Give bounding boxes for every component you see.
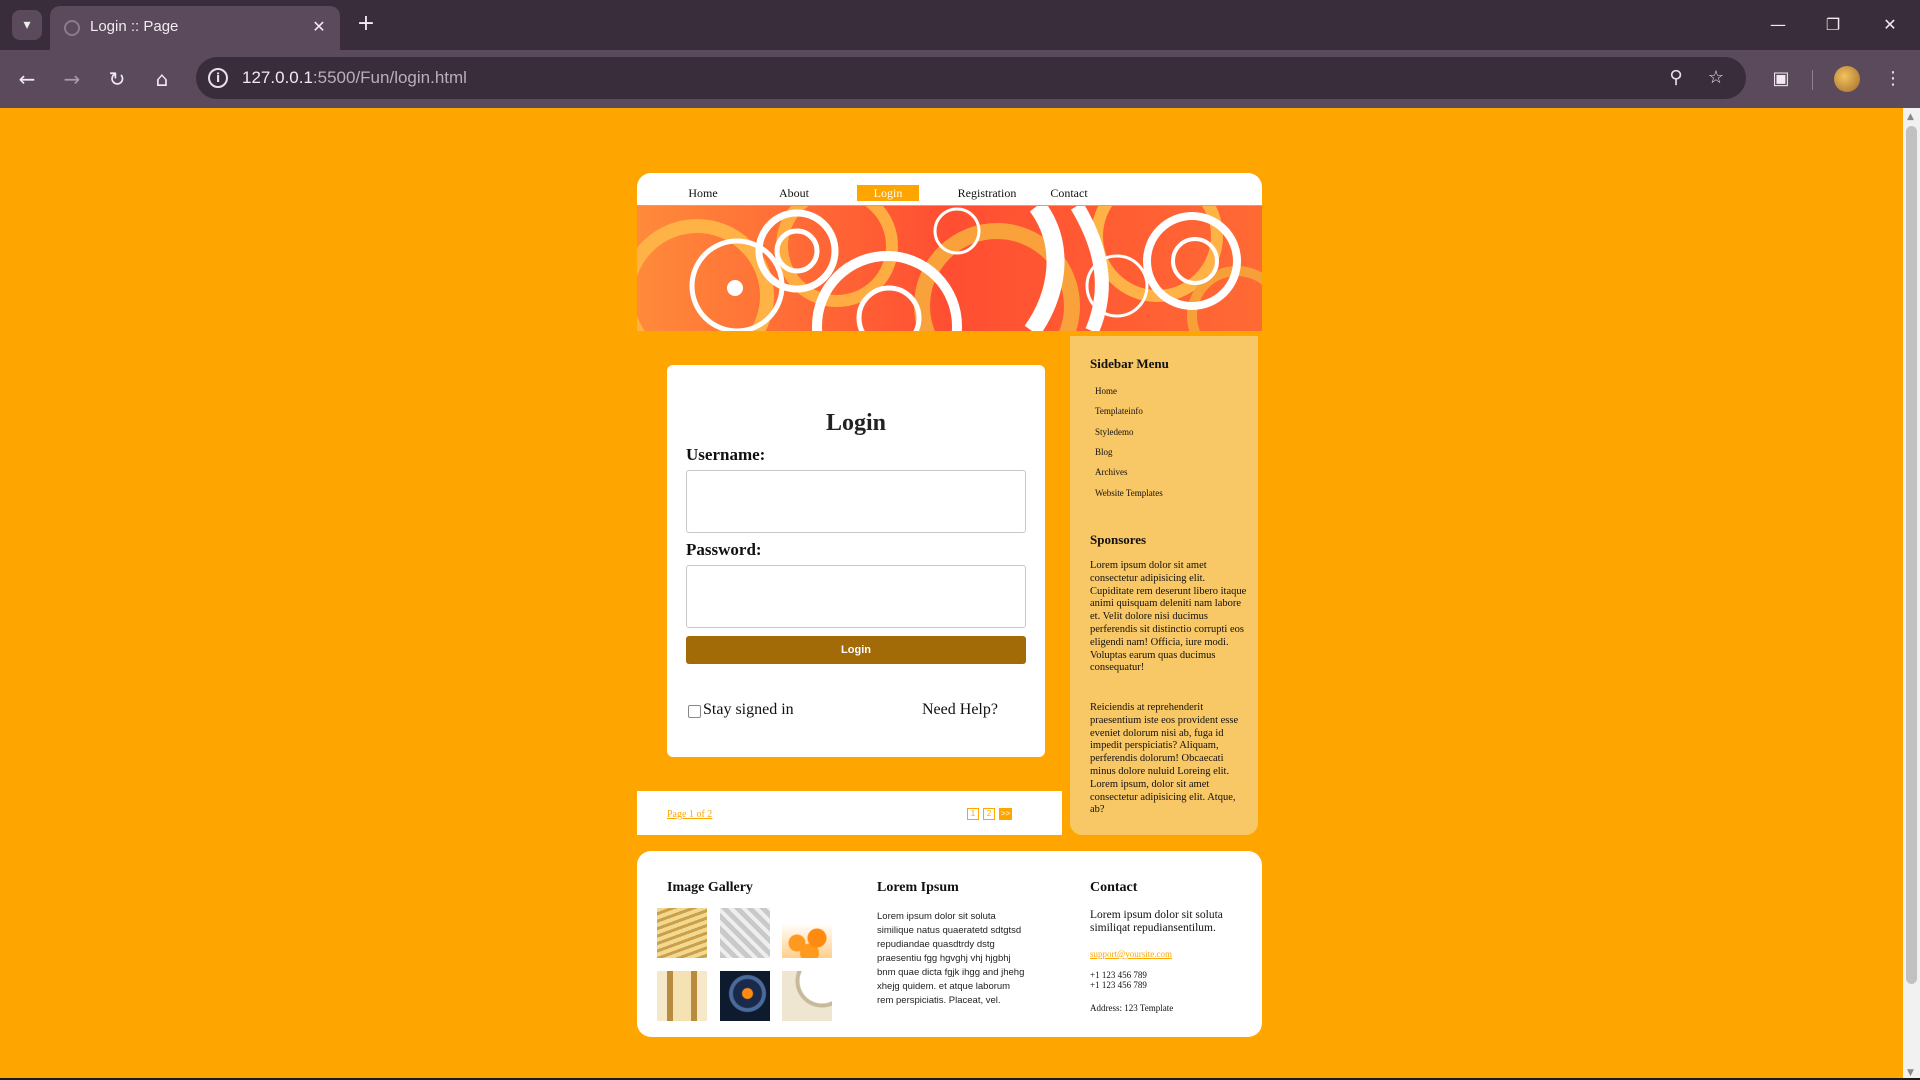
sponsors-paragraph-1: Lorem ipsum dolor sit amet consectetur a…	[1090, 560, 1247, 674]
lorem-ipsum-title: Lorem Ipsum	[877, 880, 959, 895]
zoom-icon[interactable]: ⚲	[1664, 66, 1688, 90]
restore-button[interactable]: ❐	[1813, 10, 1853, 40]
scroll-down-arrow-icon[interactable]: ▼	[1907, 1068, 1914, 1078]
gallery-thumb-1[interactable]	[657, 908, 707, 958]
active-tab[interactable]: Login :: Page ✕	[50, 6, 340, 50]
url-host: 127.0.0.1	[242, 68, 313, 87]
home-icon[interactable]: ⌂	[147, 64, 177, 94]
profile-avatar[interactable]	[1834, 66, 1860, 92]
nav-home[interactable]: Home	[683, 185, 723, 201]
gallery-thumb-6[interactable]	[782, 971, 832, 1021]
page-scrollbar[interactable]: ▲ ▼	[1903, 108, 1920, 1080]
scroll-up-arrow-icon[interactable]: ▲	[1907, 112, 1914, 122]
image-gallery-title: Image Gallery	[667, 880, 753, 895]
extensions-icon[interactable]: ▣	[1766, 64, 1796, 94]
contact-phone-2: +1 123 456 789	[1090, 980, 1147, 990]
contact-email-link[interactable]: support@yoursite.com	[1090, 949, 1172, 959]
page-2-button[interactable]: 2	[983, 808, 995, 820]
menu-kebab-icon[interactable]: ⋮	[1878, 64, 1908, 94]
tab-search-button[interactable]: ▾	[12, 10, 42, 40]
sidebar-item-templateinfo[interactable]: Templateinfo	[1095, 406, 1143, 416]
gallery-thumb-4[interactable]	[657, 971, 707, 1021]
next-page-button[interactable]: >>	[999, 808, 1013, 820]
password-input[interactable]	[686, 565, 1026, 628]
stay-signed-in-checkbox[interactable]	[688, 705, 701, 718]
stay-signed-in-label[interactable]: Stay signed in	[703, 701, 794, 719]
toolbar-separator	[1812, 70, 1813, 90]
tab-bar: ▾ Login :: Page ✕ + — ❐ ✕	[0, 0, 1920, 50]
contact-address: Address: 123 Template	[1090, 1003, 1174, 1013]
browser-toolbar: ← → ↻ ⌂ i 127.0.0.1:5500/Fun/login.html …	[0, 50, 1920, 108]
browser-chrome: ▾ Login :: Page ✕ + — ❐ ✕ ← → ↻ ⌂ i 127.…	[0, 0, 1920, 108]
nav-about[interactable]: About	[774, 185, 814, 201]
sidebar-item-styledemo[interactable]: Styledemo	[1095, 427, 1134, 437]
login-button[interactable]: Login	[686, 636, 1026, 664]
nav-contact[interactable]: Contact	[1046, 185, 1092, 201]
site-info-icon[interactable]: i	[208, 68, 228, 88]
scroll-thumb[interactable]	[1906, 126, 1917, 984]
sidebar-menu-title: Sidebar Menu	[1090, 356, 1169, 371]
sidebar-item-archives[interactable]: Archives	[1095, 467, 1128, 477]
contact-text: Lorem ipsum dolor sit soluta similiqat r…	[1090, 909, 1223, 934]
bookmark-star-icon[interactable]: ☆	[1704, 66, 1728, 90]
sidebar-item-blog[interactable]: Blog	[1095, 447, 1113, 457]
globe-icon	[64, 20, 80, 36]
back-icon[interactable]: ←	[12, 64, 42, 94]
password-label: Password:	[686, 540, 762, 559]
tab-close-icon[interactable]: ✕	[308, 16, 330, 38]
gallery-thumb-3[interactable]	[782, 908, 832, 958]
forward-icon[interactable]: →	[57, 64, 87, 94]
sponsors-title: Sponsores	[1090, 532, 1147, 547]
tab-title: Login :: Page	[90, 18, 179, 35]
url-text: 127.0.0.1:5500/Fun/login.html	[242, 68, 467, 88]
top-navigation: Home About Login Registration Contact	[637, 173, 1262, 205]
reload-icon[interactable]: ↻	[102, 64, 132, 94]
gallery-thumb-5[interactable]	[720, 971, 770, 1021]
sidebar-item-website-templates[interactable]: Website Templates	[1095, 488, 1163, 498]
pagination-bar: Page 1 of 2 1 2 >>	[637, 791, 1062, 835]
lorem-ipsum-text: Lorem ipsum dolor sit soluta similique n…	[877, 911, 1025, 1006]
footer: Image Gallery Lorem Ipsum Lorem ipsum do…	[637, 851, 1262, 1037]
nav-login[interactable]: Login	[857, 185, 919, 201]
sidebar-item-home[interactable]: Home	[1095, 386, 1117, 396]
login-card: Login Username: Password: Login Stay sig…	[667, 365, 1045, 757]
page-indicator-link[interactable]: Page 1 of 2	[667, 809, 712, 820]
address-bar[interactable]: i 127.0.0.1:5500/Fun/login.html ⚲ ☆	[196, 57, 1746, 99]
nav-registration[interactable]: Registration	[953, 185, 1021, 201]
login-title: Login	[825, 410, 887, 436]
gallery-thumb-2[interactable]	[720, 908, 770, 958]
header-banner	[637, 206, 1262, 331]
username-label: Username:	[686, 445, 766, 464]
contact-title: Contact	[1090, 880, 1138, 895]
url-path: :5500/Fun/login.html	[312, 68, 467, 87]
sponsors-paragraph-2: Reiciendis at reprehenderit praesentium …	[1090, 702, 1239, 816]
need-help-link[interactable]: Need Help?	[922, 701, 998, 719]
contact-phone-1: +1 123 456 789	[1090, 970, 1147, 980]
window-close-button[interactable]: ✕	[1870, 10, 1910, 40]
page-1-button[interactable]: 1	[967, 808, 979, 820]
sidebar: Sidebar Menu Home Templateinfo Styledemo…	[1070, 336, 1258, 835]
new-tab-button[interactable]: +	[352, 10, 380, 38]
swirl-banner-image	[637, 206, 1262, 331]
minimize-button[interactable]: —	[1758, 10, 1798, 40]
username-input[interactable]	[686, 470, 1026, 533]
